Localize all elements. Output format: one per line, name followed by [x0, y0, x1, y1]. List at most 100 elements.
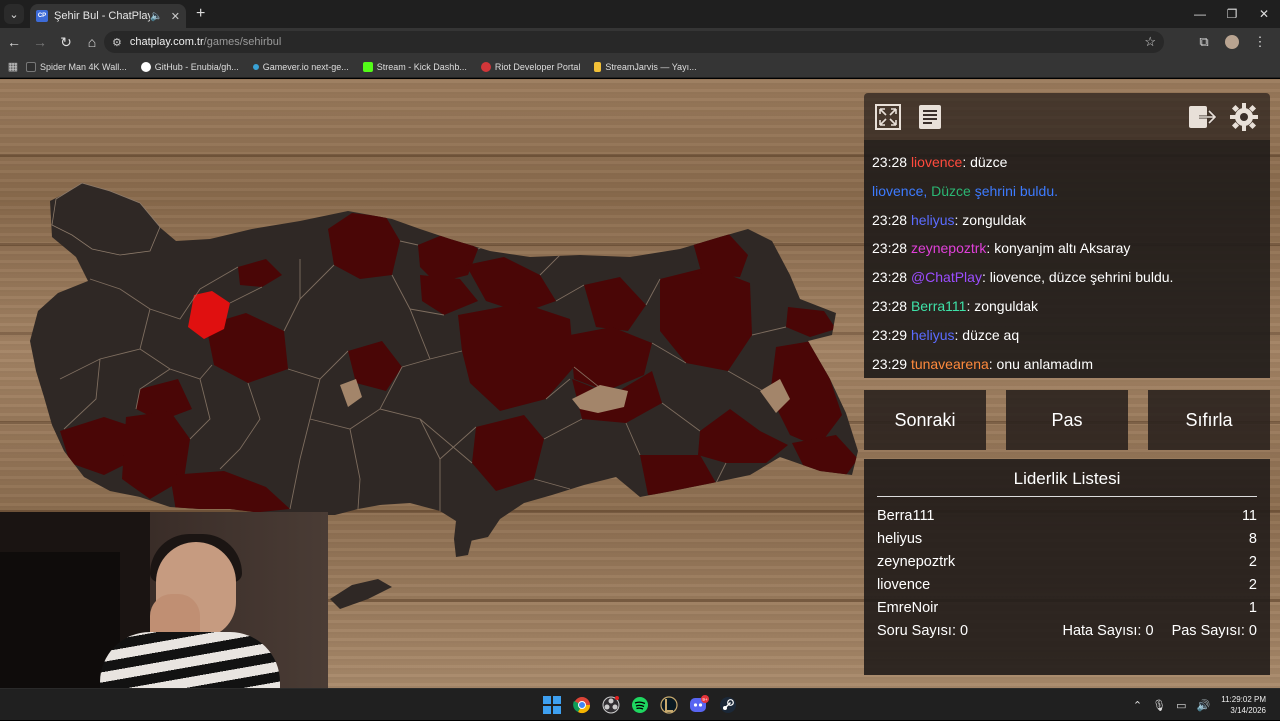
bookmark-4k-icon [26, 61, 36, 72]
tab-title: Şehir Bul - ChatPlay [54, 10, 151, 22]
bookmark-item[interactable]: Riot Developer Portal [480, 61, 580, 72]
bookmarks-bar: ▦ Spider Man 4K Wall... GitHub - Enubia/… [0, 56, 1280, 78]
tab-favicon: CP [36, 10, 48, 22]
player-name: EmreNoir [877, 600, 939, 616]
chat-system-text: liovence, [872, 182, 932, 199]
settings-gear-icon[interactable] [1228, 101, 1260, 133]
extensions-icon[interactable]: ⧉ [1190, 30, 1218, 54]
bookmark-item[interactable]: StreamJarvis — Yayı... [594, 61, 697, 72]
chat-message: 23:29 heliyus: düzce aq [872, 321, 1262, 350]
reload-icon[interactable]: ↻ [54, 30, 78, 54]
windows-start-icon[interactable] [541, 694, 563, 716]
close-tab-icon[interactable]: ✕ [171, 10, 180, 23]
github-icon [140, 61, 151, 72]
player-name: Berra111 [877, 508, 935, 524]
chat-time: 23:29 [872, 355, 911, 372]
microphone-icon[interactable]: 🎙 [1152, 699, 1166, 712]
chevron-up-icon[interactable]: ⌃ [1133, 699, 1142, 712]
player-name: liovence [877, 577, 931, 593]
chat-username[interactable]: zeynepoztrk [911, 240, 986, 256]
game-side-panel: 23:28 liovence: düzce liovence, Düzce şeh… [864, 93, 1270, 675]
chrome-icon[interactable] [571, 694, 593, 716]
close-window-icon[interactable]: ✕ [1248, 0, 1280, 28]
back-icon[interactable]: ← [2, 30, 26, 54]
browser-tab-bar: ⌄ CP Şehir Bul - ChatPlay 🔈 ✕ + — ❐ ✕ [0, 0, 1280, 28]
leaderboard-row: liovence 2 [877, 574, 1257, 597]
chat-time: 23:28 [872, 297, 911, 314]
chat-text: : düzce aq [954, 326, 1020, 343]
home-icon[interactable]: ⌂ [80, 30, 104, 54]
player-score: 1 [1248, 600, 1257, 616]
url-host: chatplay.com.tr [129, 36, 204, 48]
chat-time: 23:28 [872, 269, 911, 286]
game-controls: Sonraki Pas Sıfırla [864, 390, 1270, 450]
browser-toolbar: ← → ↻ ⌂ ⚙ chatplay.com.tr/games/sehirbul… [0, 28, 1280, 56]
chat-time: 23:28 [872, 154, 911, 170]
minimize-icon[interactable]: — [1184, 0, 1216, 28]
chat-text: : zonguldak [954, 211, 1027, 228]
webcam-overlay [0, 512, 328, 688]
leaderboard-row: zeynepoztrk 2 [877, 551, 1257, 574]
error-count: Hata Sayısı: 0 [1062, 623, 1154, 639]
chat-message: 23:28 heliyus: zonguldak [872, 206, 1262, 235]
speaker-icon[interactable]: 🔈 [150, 11, 162, 22]
chat-system-text: Düzce [931, 182, 971, 199]
player-name: zeynepoztrk [877, 554, 956, 570]
bookmark-item[interactable]: GitHub - Enubia/gh... [140, 61, 239, 72]
chat-message: 23:28 @ChatPlay: liovence, düzce şehrini… [872, 263, 1262, 292]
player-score: 2 [1248, 554, 1257, 570]
new-tab-icon[interactable]: + [196, 5, 205, 23]
panel-toolbar [864, 93, 1270, 140]
game-stats: Soru Sayısı: 0 Hata Sayısı: 0 Pas Sayısı… [877, 620, 1257, 643]
bookmark-item[interactable]: Gamever.io next-ge... [252, 62, 349, 72]
leaderboard-row: EmreNoir 1 [877, 597, 1257, 620]
next-button[interactable]: Sonraki [864, 390, 986, 450]
apps-grid-icon[interactable]: ▦ [0, 60, 26, 73]
pass-button[interactable]: Pas [1006, 390, 1128, 450]
chat-message: 23:28 liovence: düzce [872, 148, 1262, 177]
player-score: 8 [1248, 531, 1257, 547]
player-score: 11 [1241, 508, 1257, 524]
bookmark-item[interactable]: Stream - Kick Dashb... [362, 61, 467, 72]
window-controls: — ❐ ✕ [1184, 0, 1280, 28]
chat-message: 23:29 tunavearena: onu anlamadım [872, 350, 1262, 378]
league-of-legends-icon[interactable] [658, 694, 680, 716]
forward-icon[interactable]: → [28, 30, 52, 54]
chat-log[interactable]: 23:28 liovence: düzce liovence, Düzce şeh… [864, 140, 1270, 378]
steam-icon[interactable] [717, 694, 739, 716]
volume-icon[interactable]: 🔊 [1197, 699, 1211, 712]
browser-tab[interactable]: CP Şehir Bul - ChatPlay 🔈 ✕ [30, 4, 186, 28]
address-bar[interactable]: ⚙ chatplay.com.tr/games/sehirbul ☆ [104, 31, 1164, 53]
notes-icon[interactable] [914, 101, 946, 133]
question-count: Soru Sayısı: 0 [877, 623, 969, 639]
system-clock[interactable]: 11:29:02 PM 3/14/2026 [1221, 694, 1266, 716]
leaderboard-title: Liderlik Listesi [877, 469, 1257, 497]
chat-username[interactable]: liovence [911, 154, 962, 170]
leaderboard-row: Berra111 11 [877, 505, 1257, 528]
logout-icon[interactable] [1186, 101, 1218, 133]
chat-message: 23:28 zeynepoztrk: konyanjm altı Aksaray [872, 234, 1262, 263]
profile-avatar[interactable] [1225, 35, 1239, 49]
chat-username[interactable]: @ChatPlay [911, 269, 982, 285]
bookmark-star-icon[interactable]: ☆ [1144, 34, 1156, 50]
spotify-icon[interactable] [629, 694, 651, 716]
windows-taskbar: 9+ ⌃ 🎙 ▭ 🔊 11:29:02 PM 3/14/2026 [0, 688, 1280, 720]
chat-username[interactable]: heliyus [911, 327, 955, 343]
chat-text: : onu anlamadım [988, 355, 1094, 372]
tab-search-button[interactable]: ⌄ [4, 4, 24, 24]
obs-icon[interactable] [600, 694, 622, 716]
cyprus-shape [330, 579, 392, 609]
chat-username[interactable]: Berra111 [911, 298, 967, 314]
more-menu-icon[interactable]: ⋮ [1246, 30, 1274, 54]
restore-icon[interactable]: ❐ [1216, 0, 1248, 28]
bookmark-item[interactable]: Spider Man 4K Wall... [26, 61, 127, 72]
network-icon[interactable]: ▭ [1176, 699, 1186, 712]
fullscreen-icon[interactable] [872, 101, 904, 133]
chat-username[interactable]: tunavearena [911, 356, 989, 372]
riot-icon [480, 61, 491, 72]
chat-username[interactable]: heliyus [911, 212, 955, 228]
discord-icon[interactable]: 9+ [688, 694, 710, 716]
site-info-icon[interactable]: ⚙ [112, 36, 122, 49]
chat-time: 23:28 [872, 240, 911, 257]
reset-button[interactable]: Sıfırla [1148, 390, 1270, 450]
